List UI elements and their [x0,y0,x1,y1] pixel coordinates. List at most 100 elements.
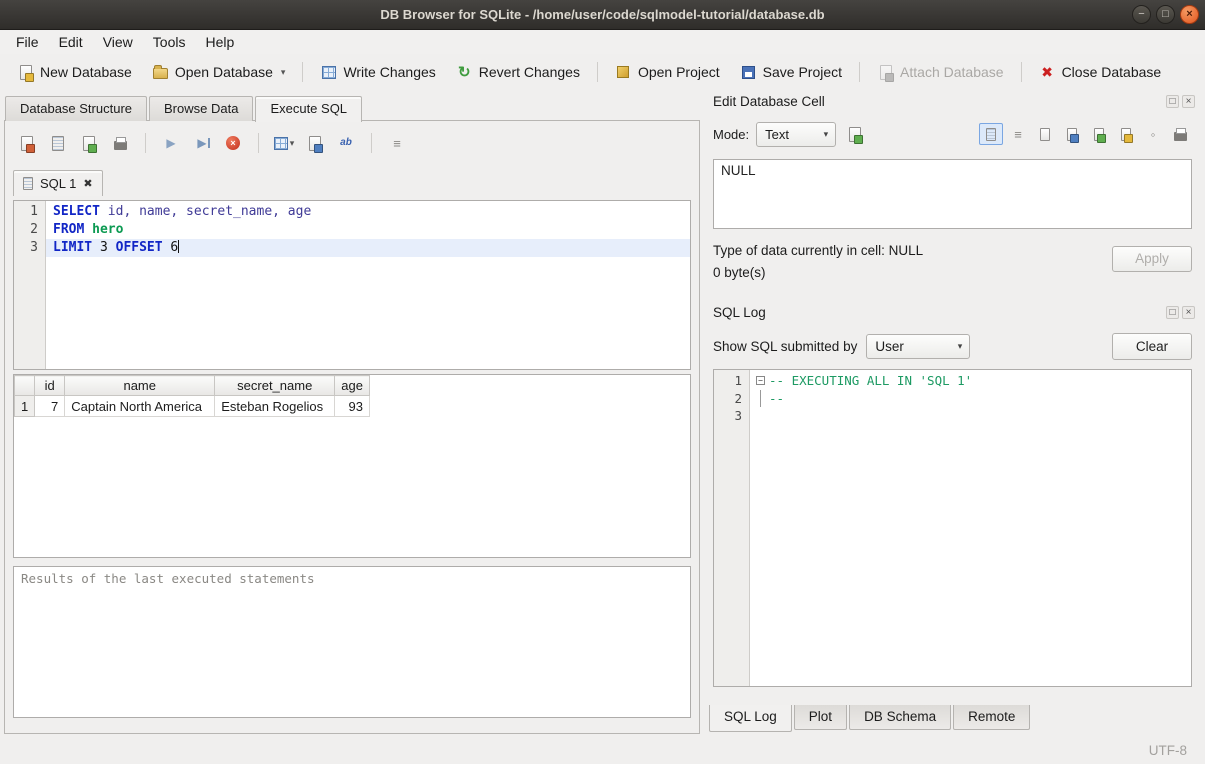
auto-format-icon: ≡ [393,137,401,150]
tab-browse-data[interactable]: Browse Data [149,96,253,121]
open-database-dropdown-icon[interactable]: ▾ [281,67,286,78]
column-header-secret-name[interactable]: secret_name [215,376,335,396]
word-wrap-icon: ≡ [1014,128,1022,141]
new-database-label: New Database [40,64,132,80]
print-cell-button[interactable] [1168,123,1192,145]
text-mode-button[interactable] [979,123,1003,145]
close-button[interactable]: × [1180,5,1199,24]
open-project-button[interactable]: Open Project [606,59,729,86]
sql-keyword: LIMIT [53,240,92,255]
right-panel: Edit Database Cell □ × Mode: Text ▾ ≡ ◦ [704,90,1201,736]
float-dock-icon[interactable]: □ [1166,95,1179,108]
text-cursor [178,240,179,253]
cell-secret-name[interactable]: Esteban Rogelios [215,396,335,417]
tab-plot[interactable]: Plot [794,705,847,730]
column-header-name[interactable]: name [65,376,215,396]
apply-button[interactable]: Apply [1112,246,1192,272]
execute-all-button[interactable]: ▶ [159,132,183,154]
attach-database-icon [880,65,892,80]
copy-cell-button[interactable] [1033,123,1057,145]
tab-db-schema[interactable]: DB Schema [849,705,951,730]
menu-edit[interactable]: Edit [49,32,93,52]
sql-number: 3 [92,240,115,255]
auto-format-button[interactable]: ≡ [385,132,409,154]
sql-tab-label: SQL 1 [40,176,76,191]
results-grid[interactable]: id name secret_name age 1 7 Captain Nort… [13,374,691,558]
stop-x-glyph: × [230,138,235,148]
log-comment: -- EXECUTING ALL IN 'SQL 1' [769,372,972,390]
new-database-button[interactable]: New Database [8,59,141,86]
toolbar-separator [145,133,146,153]
sql-toolbar: ▶ ▶ × ▾ ab ≡ [15,131,691,155]
sql-editor-tab[interactable]: SQL 1 ✖ [13,170,103,196]
clear-log-button[interactable]: Clear [1112,333,1192,360]
cell-age[interactable]: 93 [335,396,370,417]
save-project-label: Save Project [763,64,842,80]
fold-marker-icon[interactable]: − [756,376,765,385]
tab-remote[interactable]: Remote [953,705,1030,730]
code-line-2[interactable]: FROM hero [46,221,690,239]
import-file-button[interactable] [1087,123,1111,145]
menu-file[interactable]: File [6,32,49,52]
new-tab-button[interactable] [15,132,39,154]
results-message-area[interactable]: Results of the last executed statements [13,566,691,718]
encoding-indicator[interactable]: UTF-8 [1149,743,1187,758]
cell-id[interactable]: 7 [35,396,65,417]
code-line-3[interactable]: LIMIT 3 OFFSET 6 [46,239,690,257]
save-cell-button[interactable] [1060,123,1084,145]
float-dock-icon[interactable]: □ [1166,306,1179,319]
cell-editor[interactable]: NULL [713,159,1192,229]
maximize-button[interactable]: □ [1156,5,1175,24]
submitted-by-select[interactable]: User ▾ [866,334,970,359]
tab-sql-log[interactable]: SQL Log [709,705,792,732]
open-database-button[interactable]: Open Database ▾ [143,59,295,86]
new-tab-icon [21,136,33,151]
export-file-button[interactable] [1114,123,1138,145]
stop-execution-button[interactable]: × [221,132,245,154]
toolbar-separator [371,133,372,153]
row-number[interactable]: 1 [15,396,35,417]
export-results-button[interactable]: ▾ [272,132,296,154]
tab-database-structure[interactable]: Database Structure [5,96,147,121]
minimize-icon: − [1138,8,1144,20]
close-tab-icon[interactable]: ✖ [83,177,92,190]
column-header-id[interactable]: id [35,376,65,396]
export-results-icon [274,137,288,150]
sql-editor[interactable]: 1 2 3 SELECT id, name, secret_name, age … [13,200,691,370]
import-data-button[interactable] [843,123,867,145]
close-database-button[interactable]: ✖ Close Database [1030,59,1171,86]
save-results-button[interactable] [303,132,327,154]
print-sql-button[interactable] [108,132,132,154]
execute-line-button[interactable]: ▶ [190,132,214,154]
sql-log-view[interactable]: 1 2 3 − -- EXECUTING ALL IN 'SQL 1' -- [713,369,1192,687]
code-line-1[interactable]: SELECT id, name, secret_name, age [46,203,690,221]
toolbar-separator [258,133,259,153]
open-project-label: Open Project [638,64,720,80]
menu-help[interactable]: Help [195,32,244,52]
editor-code-area[interactable]: SELECT id, name, secret_name, age FROM h… [46,201,690,369]
table-row[interactable]: 1 7 Captain North America Esteban Rogeli… [15,396,370,417]
menu-tools[interactable]: Tools [143,32,196,52]
set-null-button[interactable]: ◦ [1141,123,1165,145]
fold-minus-glyph: − [758,376,763,385]
menu-view[interactable]: View [93,32,143,52]
minimize-button[interactable]: − [1132,5,1151,24]
write-changes-button[interactable]: Write Changes [311,59,444,86]
open-sql-file-button[interactable] [46,132,70,154]
cell-name[interactable]: Captain North America [65,396,215,417]
attach-database-button: Attach Database [868,59,1013,86]
column-header-age[interactable]: age [335,376,370,396]
attach-database-label: Attach Database [900,64,1004,80]
word-wrap-button[interactable]: ≡ [1006,123,1030,145]
save-sql-file-button[interactable] [77,132,101,154]
revert-changes-button[interactable]: ↻ Revert Changes [447,59,589,86]
mode-select[interactable]: Text ▾ [756,122,836,147]
close-dock-icon[interactable]: × [1182,95,1195,108]
line-number: 3 [14,239,38,257]
save-project-button[interactable]: Save Project [731,59,851,86]
tab-execute-sql[interactable]: Execute SQL [255,96,362,122]
titlebar[interactable]: DB Browser for SQLite - /home/user/code/… [0,0,1205,30]
close-dock-icon[interactable]: × [1182,306,1195,319]
execute-sql-pane: ▶ ▶ × ▾ ab ≡ SQL 1 ✖ 1 2 [4,120,700,734]
find-replace-button[interactable]: ab [334,132,358,154]
